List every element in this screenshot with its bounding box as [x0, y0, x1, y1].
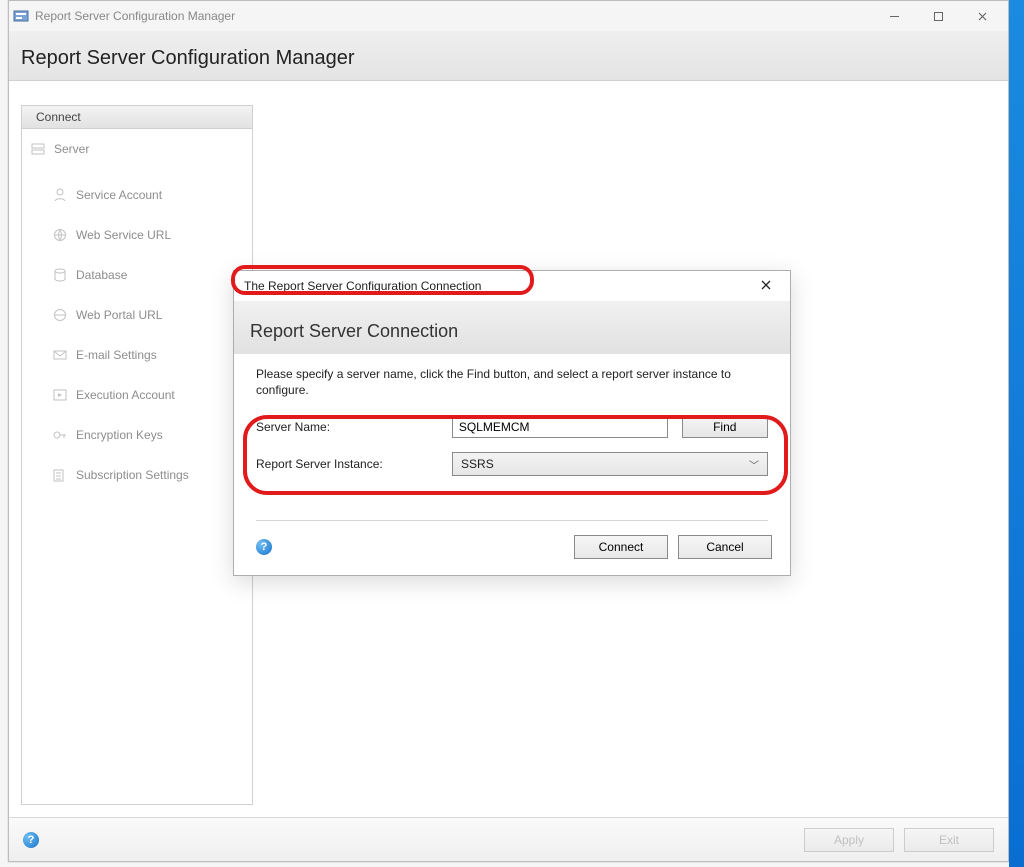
mail-icon [52, 347, 68, 363]
sidebar-item-label: Web Portal URL [76, 308, 162, 322]
connect-button[interactable]: Connect [574, 535, 668, 559]
sidebar-item-database[interactable]: Database [22, 255, 252, 295]
sidebar-server-label: Server [54, 142, 89, 156]
dialog-titlebar: The Report Server Configuration Connecti… [234, 271, 790, 301]
web-icon [52, 227, 68, 243]
desktop-edge [1009, 0, 1024, 867]
sidebar-item-label: Web Service URL [76, 228, 171, 242]
sidebar: Connect Server Service Account Web S [21, 105, 253, 805]
maximize-button[interactable] [916, 2, 960, 30]
dialog-title: The Report Server Configuration Connecti… [244, 279, 481, 293]
globe-icon [52, 307, 68, 323]
apply-label: Apply [834, 833, 864, 847]
sidebar-item-label: Execution Account [76, 388, 175, 402]
subscription-icon [52, 467, 68, 483]
instance-selected-value: SSRS [461, 457, 494, 471]
key-icon [52, 427, 68, 443]
dialog-close-button[interactable] [746, 271, 786, 299]
sidebar-connect-header[interactable]: Connect [22, 106, 252, 129]
chevron-down-icon: ﹀ [749, 457, 759, 472]
sidebar-item-execution-account[interactable]: Execution Account [22, 375, 252, 415]
dialog-header-band: Report Server Connection [234, 301, 790, 354]
header-band: Report Server Configuration Manager [9, 31, 1008, 81]
sidebar-item-service-account[interactable]: Service Account [22, 175, 252, 215]
sidebar-item-label: E-mail Settings [76, 348, 157, 362]
titlebar: Report Server Configuration Manager [9, 1, 1008, 31]
exit-button[interactable]: Exit [904, 828, 994, 852]
apply-button[interactable]: Apply [804, 828, 894, 852]
sidebar-item-subscription-settings[interactable]: Subscription Settings [22, 455, 252, 495]
dialog-help-icon[interactable]: ? [256, 539, 272, 555]
minimize-button[interactable] [872, 2, 916, 30]
footer: ? Apply Exit [9, 817, 1008, 861]
sidebar-item-label: Subscription Settings [76, 468, 189, 482]
sidebar-item-web-service-url[interactable]: Web Service URL [22, 215, 252, 255]
account-icon [52, 187, 68, 203]
exit-label: Exit [939, 833, 959, 847]
help-icon[interactable]: ? [23, 832, 39, 848]
sidebar-item-label: Encryption Keys [76, 428, 163, 442]
page-title: Report Server Configuration Manager [21, 47, 996, 70]
sidebar-item-label: Service Account [76, 188, 162, 202]
cancel-button[interactable]: Cancel [678, 535, 772, 559]
instance-label: Report Server Instance: [256, 457, 452, 471]
execution-icon [52, 387, 68, 403]
server-icon [30, 141, 46, 157]
database-icon [52, 267, 68, 283]
sidebar-item-label: Database [76, 268, 127, 282]
sidebar-item-email-settings[interactable]: E-mail Settings [22, 335, 252, 375]
app-icon [13, 8, 29, 24]
find-button[interactable]: Find [682, 416, 768, 438]
server-name-label: Server Name: [256, 420, 452, 434]
instance-combobox[interactable]: SSRS ﹀ [452, 452, 768, 476]
sidebar-item-web-portal-url[interactable]: Web Portal URL [22, 295, 252, 335]
sidebar-item-server[interactable]: Server [22, 129, 252, 169]
window-title: Report Server Configuration Manager [35, 9, 872, 23]
server-name-input[interactable] [452, 416, 668, 438]
connection-dialog: The Report Server Configuration Connecti… [233, 270, 791, 576]
sidebar-item-encryption-keys[interactable]: Encryption Keys [22, 415, 252, 455]
dialog-heading: Report Server Connection [250, 321, 774, 342]
close-button[interactable] [960, 2, 1004, 30]
sidebar-connect-label: Connect [36, 110, 81, 124]
dialog-instruction: Please specify a server name, click the … [256, 366, 768, 398]
